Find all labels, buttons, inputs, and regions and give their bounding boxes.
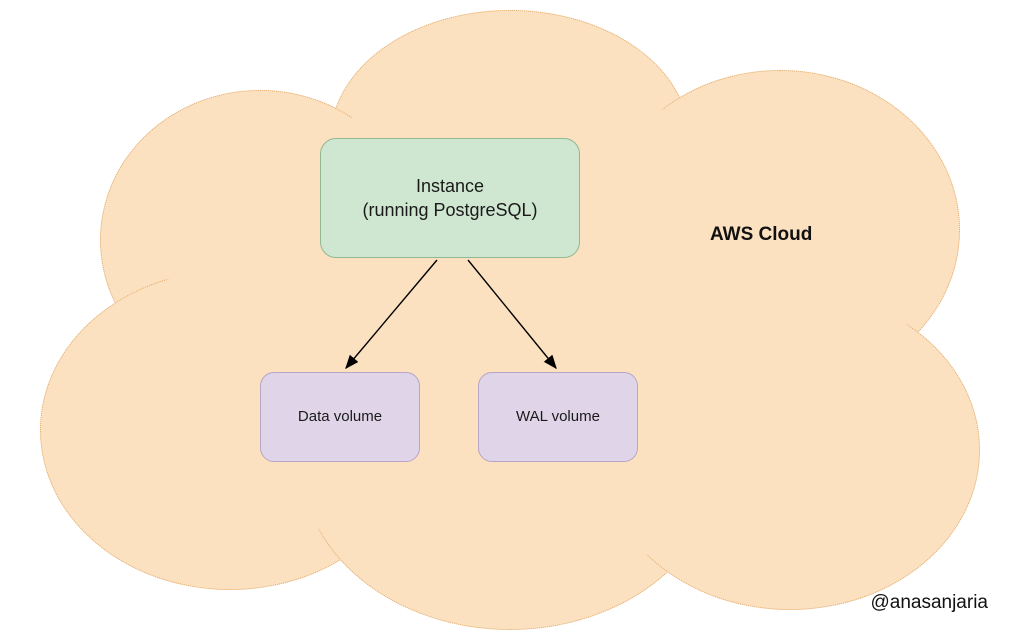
attribution-label: @anasanjaria	[870, 592, 988, 614]
cloud-label: AWS Cloud	[710, 224, 812, 246]
data-volume-label: Data volume	[298, 407, 382, 427]
instance-line1: Instance	[416, 174, 484, 198]
wal-volume-node: WAL volume	[478, 372, 638, 462]
wal-volume-label: WAL volume	[516, 407, 600, 427]
cloud-shape	[40, 10, 980, 610]
instance-line2: (running PostgreSQL)	[362, 198, 537, 222]
data-volume-node: Data volume	[260, 372, 420, 462]
instance-node: Instance (running PostgreSQL)	[320, 138, 580, 258]
diagram-canvas: AWS Cloud Instance (running PostgreSQL) …	[0, 0, 1024, 638]
